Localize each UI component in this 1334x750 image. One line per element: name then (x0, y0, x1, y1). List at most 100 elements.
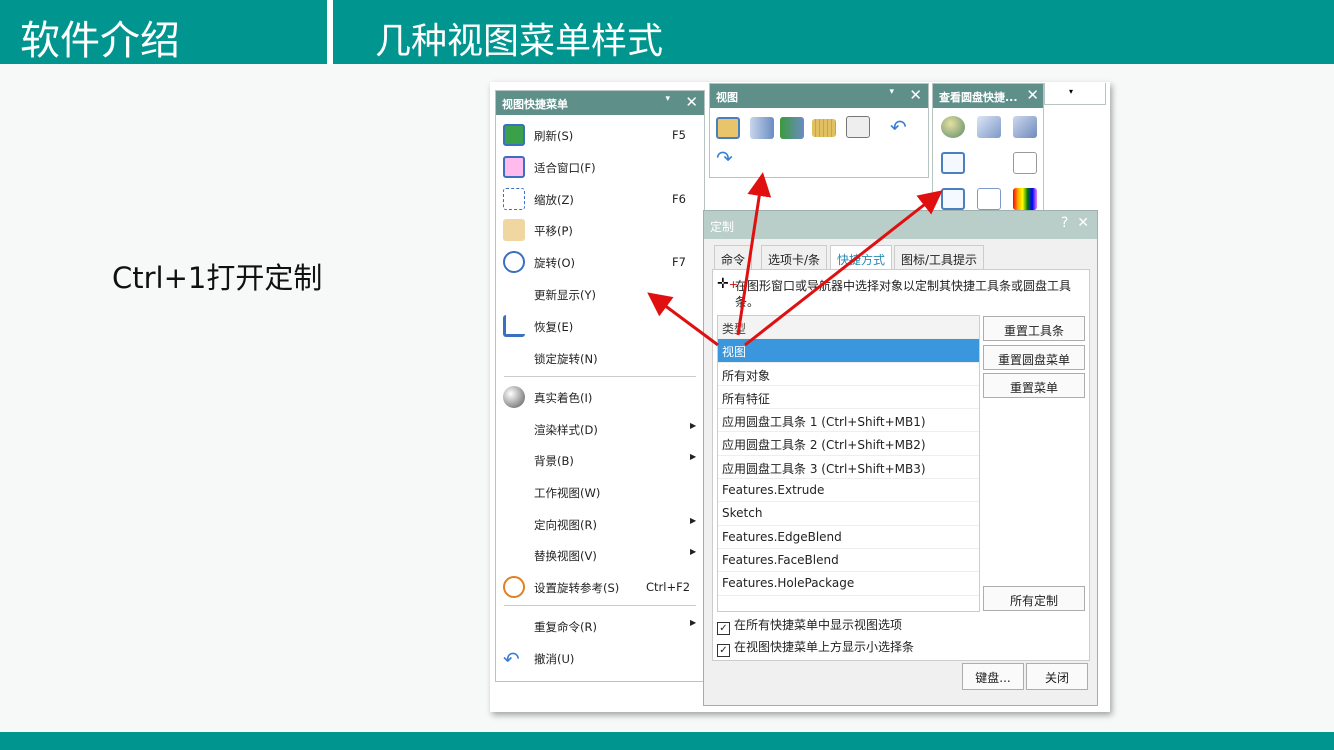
column-header-type[interactable]: 类型 (718, 316, 979, 340)
menu-item-label: 真实着色(I) (534, 391, 593, 405)
close-icon[interactable]: ✕ (1026, 86, 1039, 104)
dropdown-icon[interactable]: ▾ (1069, 87, 1073, 96)
customize-dialog: 定制? ✕ 命令 选项卡/条 快捷方式 图标/工具提示 ✛+ 在图形窗口或导航器… (703, 210, 1098, 706)
menu-item[interactable]: 背景(B) ▶ (496, 446, 704, 474)
dropdown-icon[interactable]: ▾ (889, 87, 894, 97)
type-list[interactable]: 类型 视图 所有对象 所有特征 应用圆盘工具条 1 (Ctrl+Shift+MB1) 应… (717, 315, 980, 612)
list-row[interactable]: 应用圆盘工具条 3 (Ctrl+Shift+MB3) (718, 456, 979, 480)
tab-shortcuts[interactable]: 快捷方式 (830, 245, 893, 271)
list-row[interactable]: Features.HolePackage (718, 572, 979, 596)
tab-commands[interactable]: 命令 (714, 245, 753, 270)
menu-item-label: 背景(B) (534, 454, 574, 468)
tab-ribbon-bars[interactable]: 选项卡/条 (761, 245, 828, 270)
close-button[interactable]: 关闭 (1026, 663, 1088, 690)
menu-divider (504, 376, 696, 377)
keyboard-button[interactable]: 键盘... (962, 663, 1024, 690)
section-view-icon[interactable] (750, 117, 774, 139)
page-title: 几种视图菜单样式 (375, 21, 664, 62)
menu-item[interactable]: 设置旋转参考(S) Ctrl+F2 (496, 573, 704, 601)
shaded-sphere-icon[interactable] (941, 116, 965, 138)
list-row[interactable]: 应用圆盘工具条 1 (Ctrl+Shift+MB1) (718, 409, 979, 433)
pan-icon (503, 219, 525, 241)
dropdown-icon[interactable]: ▾ (665, 94, 670, 104)
menu-item-shortcut: Ctrl+F2 (646, 580, 691, 594)
wcs-icon[interactable] (941, 152, 965, 174)
help-button[interactable]: ? (1061, 215, 1068, 231)
wireframe-cube-icon[interactable] (977, 188, 1001, 210)
menu-item-label: 渲染样式(D) (534, 423, 598, 437)
menu-item-shortcut: F5 (672, 128, 686, 142)
menu-item-label: 替换视图(V) (534, 549, 597, 563)
menu-item[interactable]: 旋转(O) F7 (496, 248, 704, 276)
list-row[interactable]: 应用圆盘工具条 2 (Ctrl+Shift+MB2) (718, 432, 979, 456)
list-row[interactable]: 所有特征 (718, 386, 979, 410)
submenu-arrow-icon: ▶ (690, 421, 697, 430)
close-icon[interactable]: ✕ (1077, 215, 1089, 231)
all-customizations-button[interactable]: 所有定制 (983, 586, 1085, 611)
close-icon[interactable]: ✕ (909, 86, 922, 104)
radial-toolbar-titlebar: 查看圆盘快捷... ✕ (933, 84, 1043, 108)
list-row[interactable]: 所有对象 (718, 363, 979, 386)
menu-item[interactable]: ↶ 撤消(U) (496, 644, 704, 672)
menu-item-label: 定向视图(R) (534, 518, 597, 532)
list-row[interactable]: Features.FaceBlend (718, 549, 979, 573)
checkbox-icon[interactable]: ✓ (717, 622, 730, 635)
menu-item-label: 工作视图(W) (534, 486, 601, 500)
footer-bar (0, 732, 1334, 750)
radial-toolbar-panel: 查看圆盘快捷... ✕ (932, 83, 1044, 211)
restore-icon (503, 315, 525, 337)
menu-item[interactable]: 缩放(Z) F6 (496, 185, 704, 213)
menu-item[interactable]: 重复命令(R) ▶ (496, 612, 704, 640)
section-title: 软件介绍 (20, 18, 180, 64)
menu-item[interactable]: 渲染样式(D) ▶ (496, 415, 704, 443)
list-row[interactable]: 视图 (718, 339, 979, 363)
list-row[interactable]: Features.EdgeBlend (718, 526, 979, 549)
menu-item-label: 缩放(Z) (534, 193, 574, 207)
reset-menu-button[interactable]: 重置菜单 (983, 373, 1085, 398)
tab-icons-tooltips[interactable]: 图标/工具提示 (894, 245, 985, 270)
refresh-icon (503, 124, 525, 146)
reset-radial-button[interactable]: 重置圆盘菜单 (983, 345, 1085, 370)
menu-item[interactable]: 真实着色(I) (496, 383, 704, 411)
menu-item[interactable]: 更新显示(Y) (496, 280, 704, 308)
layout-icon[interactable] (846, 116, 870, 138)
menu-item[interactable]: 工作视图(W) (496, 478, 704, 506)
redo-view-icon[interactable]: ↷ (716, 148, 740, 170)
menu-item[interactable]: 平移(P) (496, 216, 704, 244)
replace-view-icon[interactable] (1013, 152, 1037, 174)
menu-item[interactable]: 适合窗口(F) (496, 153, 704, 181)
rotate-icon (503, 251, 525, 273)
list-row[interactable]: Sketch (718, 502, 979, 526)
menu-item[interactable]: 锁定旋转(N) (496, 344, 704, 372)
menu-item[interactable]: 定向视图(R) ▶ (496, 510, 704, 538)
checkbox-icon[interactable]: ✓ (717, 644, 730, 657)
fit-window-icon (503, 156, 525, 178)
show-selection-bar-checkbox[interactable]: ✓ 在视图快捷菜单上方显示小选择条 (717, 638, 914, 657)
fit-icon[interactable] (941, 188, 965, 210)
menu-item[interactable]: 刷新(S) F5 (496, 121, 704, 149)
orient-view-icon[interactable] (716, 117, 740, 139)
hint-text: 在图形窗口或导航器中选择对象以定制其快捷工具条或圆盘工具条。 (735, 279, 1072, 309)
cube-solid-icon[interactable] (1013, 116, 1037, 138)
list-row[interactable]: Features.Extrude (718, 479, 979, 503)
clip-view-icon[interactable] (780, 117, 804, 139)
view-toolbar-panel: 视图 ▾ ✕ ↶ ↷ (709, 83, 929, 178)
color-analysis-icon[interactable] (1013, 188, 1037, 210)
side-note: Ctrl+1打开定制 (112, 261, 323, 295)
reset-toolbar-button[interactable]: 重置工具条 (983, 316, 1085, 341)
measure-icon[interactable] (812, 119, 836, 137)
menu-item[interactable]: 替换视图(V) ▶ (496, 541, 704, 569)
menu-item-label: 平移(P) (534, 224, 573, 238)
menu-item-label: 锁定旋转(N) (534, 352, 598, 366)
menu-item[interactable]: 恢复(E) (496, 312, 704, 340)
show-view-options-checkbox[interactable]: ✓ 在所有快捷菜单中显示视图选项 (717, 616, 902, 635)
radial-toolbar-title: 查看圆盘快捷... (939, 91, 1018, 104)
cube-icon[interactable] (977, 116, 1001, 138)
undo-view-icon[interactable]: ↶ (890, 117, 914, 139)
shortcuts-content: ✛+ 在图形窗口或导航器中选择对象以定制其快捷工具条或圆盘工具条。 类型 视图所… (712, 269, 1090, 661)
checkbox-label: 在视图快捷菜单上方显示小选择条 (734, 640, 915, 654)
close-icon[interactable]: ✕ (685, 93, 698, 111)
checkbox-label: 在所有快捷菜单中显示视图选项 (734, 618, 903, 632)
menu-divider (504, 605, 696, 606)
menu-item-label: 刷新(S) (534, 129, 574, 143)
